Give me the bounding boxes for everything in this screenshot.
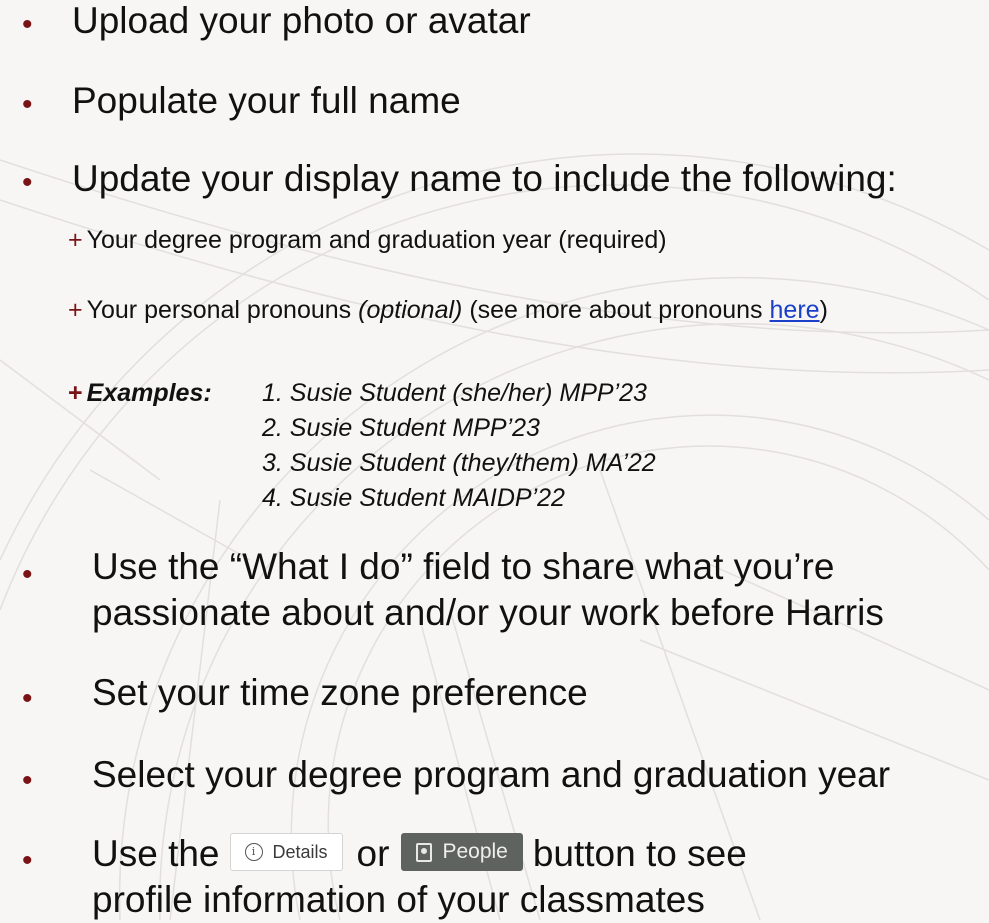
bullet-marker: • (22, 764, 33, 797)
what-i-do-text-line1: Use the “What I do” field to share what … (92, 546, 835, 587)
or-text: or (356, 833, 390, 874)
bullet-marker: • (22, 558, 33, 591)
use-the-text: Use the (92, 833, 220, 874)
plus-marker: + (68, 296, 83, 324)
select-degree-text: Select your degree program and graduatio… (92, 754, 891, 795)
plus-marker: + (68, 226, 83, 254)
details-button-label: Details (272, 842, 328, 863)
use-the-line: Use the i Details or People button to see (92, 831, 747, 877)
example-item: 3. Susie Student (they/them) MA’22 (262, 449, 656, 477)
close-paren-text: ) (819, 296, 828, 324)
examples-label-text: Examples: (86, 379, 212, 407)
degree-year-text: Your degree program and graduation year (86, 226, 552, 254)
optional-text: (optional) (358, 296, 463, 324)
slide: • Upload your photo or avatar • Populate… (0, 0, 989, 920)
pronouns-lead-text: Your personal pronouns (86, 296, 352, 324)
what-i-do-text-line2: passionate about and/or your work before… (92, 592, 884, 633)
plus-marker: + (68, 379, 83, 407)
sub-item-pronouns: + Your personal pronouns (optional) (see … (68, 295, 828, 325)
bullet-marker: • (22, 166, 33, 199)
see-more-text: (see more about pronouns (469, 296, 763, 324)
sub-item-degree-year: + Your degree program and graduation year… (68, 225, 667, 255)
upload-photo-text: Upload your photo or avatar (72, 0, 531, 41)
examples-label: + Examples: (68, 378, 212, 408)
people-button[interactable]: People (401, 833, 523, 872)
example-item: 1. Susie Student (she/her) MPP’23 (262, 379, 647, 407)
pronouns-here-link[interactable]: here (770, 296, 820, 324)
details-button[interactable]: i Details (229, 833, 343, 872)
bullet-marker: • (22, 844, 33, 877)
example-item: 2. Susie Student MPP’23 (262, 414, 540, 442)
full-name-text: Populate your full name (72, 80, 461, 121)
time-zone-text: Set your time zone preference (92, 672, 588, 713)
profile-info-text: profile information of your classmates (92, 879, 705, 920)
bullet-marker: • (22, 8, 33, 41)
bullet-marker: • (22, 682, 33, 715)
people-button-label: People (442, 840, 508, 864)
example-item: 4. Susie Student MAIDP’22 (262, 484, 565, 512)
button-to-see-text: button to see (532, 833, 747, 874)
address-book-icon (416, 842, 433, 862)
bullet-marker: • (22, 88, 33, 121)
required-text: (required) (558, 226, 667, 254)
display-name-text: Update your display name to include the … (72, 158, 897, 199)
info-icon: i (244, 843, 263, 862)
